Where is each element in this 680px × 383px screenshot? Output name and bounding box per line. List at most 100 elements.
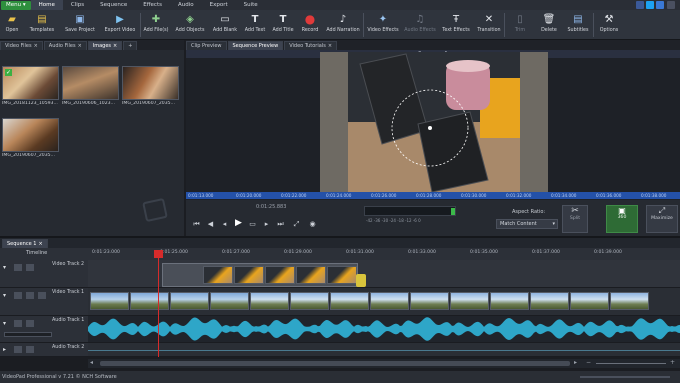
track-header-audio-2[interactable]: ▸ Audio Track 2 — [0, 343, 88, 357]
tab-video-tutorials[interactable]: Video Tutorials × — [284, 41, 338, 50]
record-button[interactable]: ● Record — [297, 10, 323, 40]
twitter-icon[interactable] — [646, 1, 654, 9]
status-zoom-slider[interactable] — [580, 376, 670, 378]
eye-icon[interactable]: ▾ — [3, 264, 6, 271]
close-icon[interactable]: × — [78, 43, 82, 49]
tab-sequence[interactable]: Sequence — [92, 0, 135, 10]
text-effects-button[interactable]: Ŧ Text Effects — [438, 10, 474, 40]
templates-button[interactable]: ▤ Templates — [24, 10, 60, 40]
delete-button[interactable]: 🗑 Delete — [535, 10, 563, 40]
split-button[interactable]: ✂ Split — [562, 205, 588, 233]
playhead-marker[interactable] — [154, 250, 163, 258]
scroll-left-icon[interactable]: ◂ — [90, 359, 93, 366]
save-project-button[interactable]: ▣ Save Project — [60, 10, 100, 40]
audio-track-1[interactable] — [88, 316, 680, 343]
open-button[interactable]: ▰ Open — [0, 10, 24, 40]
tab-clips[interactable]: Clips — [63, 0, 92, 10]
help-icon[interactable] — [667, 1, 675, 9]
playhead[interactable] — [158, 250, 159, 357]
video-viewer[interactable] — [320, 52, 548, 192]
video-effects-button[interactable]: ✦ Video Effects — [364, 10, 402, 40]
timeline-ruler[interactable]: Timeline 0:01:23.000 0:01:25.000 0:01:27… — [0, 248, 680, 260]
add-objects-button[interactable]: ◈ Add Objects — [171, 10, 209, 40]
transition-button[interactable]: ✕ Transition — [474, 10, 504, 40]
lock-icon[interactable] — [14, 320, 22, 327]
audio-effects-button[interactable]: ♫ Audio Effects — [402, 10, 438, 40]
skip-end-icon[interactable]: ⏭ — [276, 220, 285, 229]
eye-icon[interactable]: ▸ — [3, 346, 6, 353]
facebook-icon[interactable] — [636, 1, 644, 9]
timeline-scrollbar[interactable]: ◂ ▸ − + — [88, 359, 680, 368]
play-icon[interactable]: ▶ — [234, 219, 243, 228]
like-icon[interactable] — [656, 1, 664, 9]
export-video-button[interactable]: ▶ Export Video — [100, 10, 140, 40]
aspect-ratio-label: Aspect Ratio: — [512, 209, 546, 215]
skip-start-icon[interactable]: ⏮ — [192, 220, 201, 229]
volume-slider[interactable] — [4, 332, 52, 337]
subtitles-button[interactable]: ▤ Subtitles — [563, 10, 593, 40]
trim-button[interactable]: ▯ Trim — [505, 10, 535, 40]
fullscreen-icon[interactable]: ⤢ — [292, 220, 301, 229]
clip-trim-handle[interactable] — [356, 274, 366, 287]
tab-sequence-1[interactable]: Sequence 1 × — [2, 239, 48, 248]
add-blank-button[interactable]: ▭ Add Blank — [209, 10, 241, 40]
mute-icon[interactable] — [26, 346, 34, 353]
track-header-video-2[interactable]: ▾ Video Track 2 — [0, 260, 88, 288]
mute-icon[interactable] — [26, 292, 34, 299]
next-frame-icon[interactable]: ▸ — [262, 220, 271, 229]
rewind-icon[interactable]: ◂ — [220, 220, 229, 229]
video-track-1[interactable] — [88, 288, 680, 316]
close-icon[interactable]: × — [113, 43, 117, 49]
add-files-button[interactable]: ✚ Add File(s) — [141, 10, 171, 40]
scroll-right-icon[interactable]: ▸ — [574, 359, 577, 366]
zoom-slider[interactable] — [596, 363, 666, 364]
track-header-audio-1[interactable]: ▾ Audio Track 1 — [0, 316, 88, 343]
scrollbar-thumb[interactable] — [100, 361, 570, 366]
clip-item[interactable]: IMG_20190606_1023... — [62, 66, 119, 106]
split-360-button[interactable]: ▣ 360 — [606, 205, 638, 233]
tab-audio[interactable]: Audio — [170, 0, 202, 10]
mute-icon[interactable] — [26, 264, 34, 271]
mute-icon[interactable] — [26, 320, 34, 327]
zoom-in-icon[interactable]: + — [670, 359, 675, 366]
tab-export[interactable]: Export — [202, 0, 236, 10]
eye-icon[interactable]: ▾ — [3, 320, 6, 327]
clip-item[interactable]: ✓ IMG_20181123_10593... — [2, 66, 59, 106]
audio-track-2[interactable] — [88, 343, 680, 357]
clip-thumbnail: ✓ — [2, 66, 59, 100]
menu-button[interactable]: Menu ▾ — [1, 0, 31, 10]
add-narration-button[interactable]: ♪ Add Narration — [323, 10, 363, 40]
eye-icon[interactable]: ▾ — [3, 292, 6, 299]
lock-icon[interactable] — [14, 264, 22, 271]
lock-icon[interactable] — [14, 346, 22, 353]
tab-clip-preview[interactable]: Clip Preview — [186, 41, 227, 50]
close-icon[interactable]: × — [328, 43, 332, 49]
zoom-out-icon[interactable]: − — [586, 359, 591, 366]
close-icon[interactable]: × — [34, 43, 38, 49]
loop-icon[interactable]: ▭ — [248, 220, 257, 229]
tab-home[interactable]: Home — [30, 0, 63, 10]
fx-icon[interactable] — [38, 292, 46, 299]
track-header-video-1[interactable]: ▾ Video Track 1 — [0, 288, 88, 316]
previous-frame-icon[interactable]: ◀ — [206, 220, 215, 229]
overlay-clip[interactable] — [162, 263, 358, 287]
volume-icon[interactable]: ◉ — [308, 220, 317, 229]
video-track-2[interactable] — [88, 260, 680, 288]
aspect-ratio-select[interactable]: Match Content ▾ — [496, 219, 558, 229]
clip-item[interactable]: IMG_20190607_2035... — [2, 118, 59, 158]
tab-video-files[interactable]: Video Files × — [0, 41, 43, 50]
preview-timeline-ruler[interactable]: 0:01:13.000 0:01:20.000 0:01:22.000 0:01… — [186, 192, 680, 199]
tab-sequence-preview[interactable]: Sequence Preview — [227, 41, 284, 50]
lock-icon[interactable] — [14, 292, 22, 299]
clip-item[interactable]: IMG_20190607_2035... — [122, 66, 179, 106]
add-title-button[interactable]: T Add Title — [269, 10, 297, 40]
add-bin-button[interactable]: + — [123, 41, 138, 50]
close-icon[interactable]: × — [38, 241, 42, 247]
maximize-button[interactable]: ⤢ Maximize — [646, 205, 678, 233]
add-text-button[interactable]: T Add Text — [241, 10, 269, 40]
tab-suite[interactable]: Suite — [236, 0, 266, 10]
tab-audio-files[interactable]: Audio Files × — [43, 41, 87, 50]
tab-effects[interactable]: Effects — [135, 0, 170, 10]
options-button[interactable]: ⚒ Options — [594, 10, 624, 40]
tab-images[interactable]: Images × — [87, 41, 123, 50]
